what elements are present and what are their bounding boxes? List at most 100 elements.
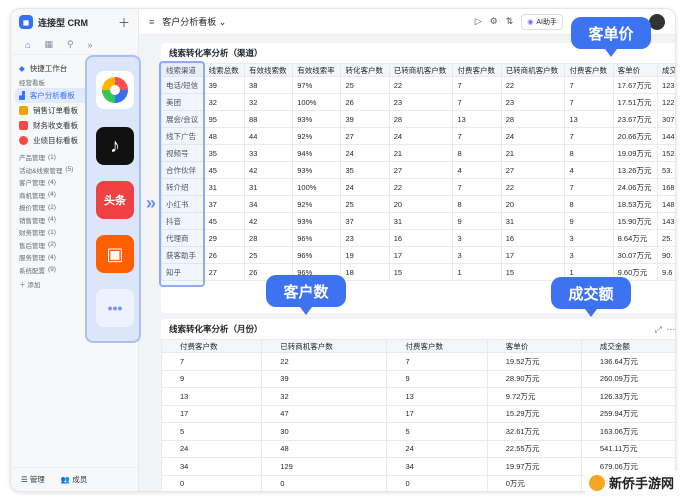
table-row[interactable]: 5 30 5 32.61万元 163.06万元 (161, 422, 675, 441)
camera-aperture-icon (96, 71, 134, 109)
table-cell: 30.07万元 (612, 246, 659, 264)
table-row[interactable]: 获客助手 26 25 96% 19 17 3 17 3 30.07万元 90. (161, 246, 675, 264)
table-cell: 20 (500, 195, 566, 213)
column-header[interactable]: 已转商机客户数 (388, 63, 454, 77)
table-cell: 23 (500, 93, 566, 111)
filter-icon[interactable]: ⇅ (506, 16, 514, 27)
table-cell: 3 (564, 229, 614, 247)
column-header[interactable]: 成交 (657, 63, 675, 77)
table-cell: 129 (261, 457, 388, 476)
table-cell: 23.67万元 (612, 110, 659, 128)
table-cell: 7 (452, 127, 502, 145)
table-cell: 136.64万元 (580, 352, 675, 371)
table-row[interactable]: 9 39 9 28.90万元 260.09万元 (161, 369, 675, 388)
watermark-text: 新侨手游网 (608, 476, 674, 491)
column-header[interactable]: 有效线索数 (244, 63, 294, 77)
column-header[interactable]: 已转商机客户数 (261, 339, 388, 353)
callout-customers: 客户数 (266, 275, 346, 307)
table-cell: 7 (564, 93, 614, 111)
table-cell: 44 (244, 127, 294, 145)
page-title[interactable]: 客户分析看板 ⌄ (162, 15, 466, 28)
expand-icon[interactable]: ⤢ (655, 324, 662, 334)
monthly-table-title-text: 线索转化率分析（月份） (169, 324, 263, 334)
table-row[interactable]: 7 22 7 19.52万元 136.64万元 (161, 352, 675, 371)
table-row[interactable]: 电话/短信 39 38 97% 25 22 7 22 7 17.67万元 123 (161, 76, 675, 94)
column-header[interactable]: 付费客户数 (452, 63, 502, 77)
sidebar-group-label: 报价管理 (19, 205, 45, 213)
table-cell: 3 (564, 246, 614, 264)
flow-icon[interactable]: ⚲ (67, 39, 74, 50)
callout-amount-tail (585, 309, 597, 317)
members-button[interactable]: 👥 成员 (61, 474, 87, 485)
callout-price-tail (605, 49, 617, 57)
column-header[interactable]: 转化客户数 (340, 63, 390, 77)
table-cell: 90. (657, 246, 675, 264)
table-cell: 93% (292, 161, 342, 179)
table-cell: 93% (292, 212, 342, 230)
play-icon[interactable]: ▷ (475, 16, 482, 27)
sidebar-group-label: 财务管理 (19, 230, 45, 238)
column-header[interactable]: 有效线索率 (292, 63, 342, 77)
sidebar-group-label: 服务管理 (19, 255, 45, 263)
table-row[interactable]: 13 32 13 9.72万元 126.33万元 (161, 387, 675, 406)
table-cell: 17.67万元 (612, 76, 659, 94)
column-header[interactable]: 付费客户数 (564, 63, 614, 77)
monthly-table-card: 线索转化率分析（月份） ⤢ ⋯ 付费客户数 已转商机客户数 付费客户数 客单价 成交金额… (161, 319, 676, 491)
table-cell: 13 (452, 110, 502, 128)
table-row[interactable]: 展会/会议 95 88 93% 39 28 13 28 13 23.67万元 307 (161, 110, 675, 128)
table-row[interactable]: 小红书 37 34 92% 25 20 8 20 8 18.53万元 148 (161, 195, 675, 213)
table-cell: 15.29万元 (486, 404, 582, 423)
column-header[interactable]: 付费客户数 (161, 339, 263, 353)
sidebar-group-label: 销售管理 (19, 217, 45, 225)
table-cell: 23 (388, 93, 454, 111)
menu-icon[interactable]: ≡ (149, 17, 154, 27)
chevron-down-icon: ⌄ (218, 17, 227, 27)
column-header[interactable]: 付费客户数 (386, 339, 488, 353)
table-row[interactable]: 转介绍 31 31 100% 24 22 7 22 7 24.06万元 168 (161, 178, 675, 196)
table-row[interactable]: 线下广告 48 44 92% 27 24 7 24 7 20.66万元 144 (161, 127, 675, 145)
table-cell: 8 (564, 144, 614, 162)
column-header[interactable]: 客单价 (612, 63, 659, 77)
monthly-table-title: 线索转化率分析（月份） ⤢ ⋯ (161, 319, 676, 339)
table-row[interactable]: 美团 32 32 100% 26 23 7 23 7 17.51万元 122 (161, 93, 675, 111)
table-cell: 7 (564, 127, 614, 145)
table-cell: 26 (340, 93, 390, 111)
table-row[interactable]: 24 48 24 22.55万元 541.11万元 (161, 439, 675, 458)
table-row[interactable]: 17 47 17 15.29万元 259.94万元 (161, 404, 675, 423)
sidebar-header: ◼ 连接型 CRM ＋ (11, 9, 138, 35)
table-cell: 39 (340, 110, 390, 128)
sidebar-group-count: (4) (48, 216, 56, 224)
table-cell: 22 (500, 76, 566, 94)
table-cell: 53. (657, 161, 675, 179)
column-header[interactable]: 客单价 (486, 339, 582, 353)
table-cell: 22 (388, 178, 454, 196)
table-cell: 3 (452, 229, 502, 247)
add-icon[interactable]: ＋ (118, 14, 130, 31)
table-cell: 47 (261, 404, 388, 423)
table-row[interactable]: 视频号 35 33 94% 24 21 8 21 8 19.09万元 152 (161, 144, 675, 162)
table-cell: 31 (388, 212, 454, 230)
toutiao-label: 头条 (104, 195, 126, 207)
column-header[interactable]: 线索总数 (203, 63, 246, 77)
table-row[interactable]: 合作伙伴 45 42 93% 35 27 4 27 4 13.26万元 53. (161, 161, 675, 179)
table-row[interactable]: 代理商 29 28 96% 23 16 3 16 3 8.64万元 25. (161, 229, 675, 247)
column-header[interactable]: 成交金额 (580, 339, 675, 353)
table-icon[interactable]: ▦ (44, 39, 53, 50)
table-cell: 22 (261, 352, 388, 371)
expand-icon[interactable]: » (88, 40, 93, 50)
home-icon[interactable]: ⌂ (25, 40, 30, 50)
sidebar-group-count: (2) (48, 203, 56, 211)
manage-button[interactable]: ☰ 管理 (21, 474, 45, 485)
more-icon[interactable]: ⋯ (667, 324, 676, 334)
avatar[interactable] (649, 13, 665, 30)
table-cell: 35 (340, 161, 390, 179)
sidebar-item-label: 财务收支看板 (33, 121, 78, 130)
table-cell: 7 (564, 76, 614, 94)
ai-assistant-button[interactable]: ◉ AI助手 (521, 13, 563, 30)
table-row[interactable]: 抖音 45 42 93% 37 31 9 31 9 15.90万元 143 (161, 212, 675, 230)
table-cell: 15 (388, 263, 454, 281)
settings-icon[interactable]: ⚙ (490, 16, 498, 27)
table-cell: 17.51万元 (612, 93, 659, 111)
column-header[interactable]: 已转商机客户数 (500, 63, 566, 77)
table-cell: 35 (203, 144, 246, 162)
